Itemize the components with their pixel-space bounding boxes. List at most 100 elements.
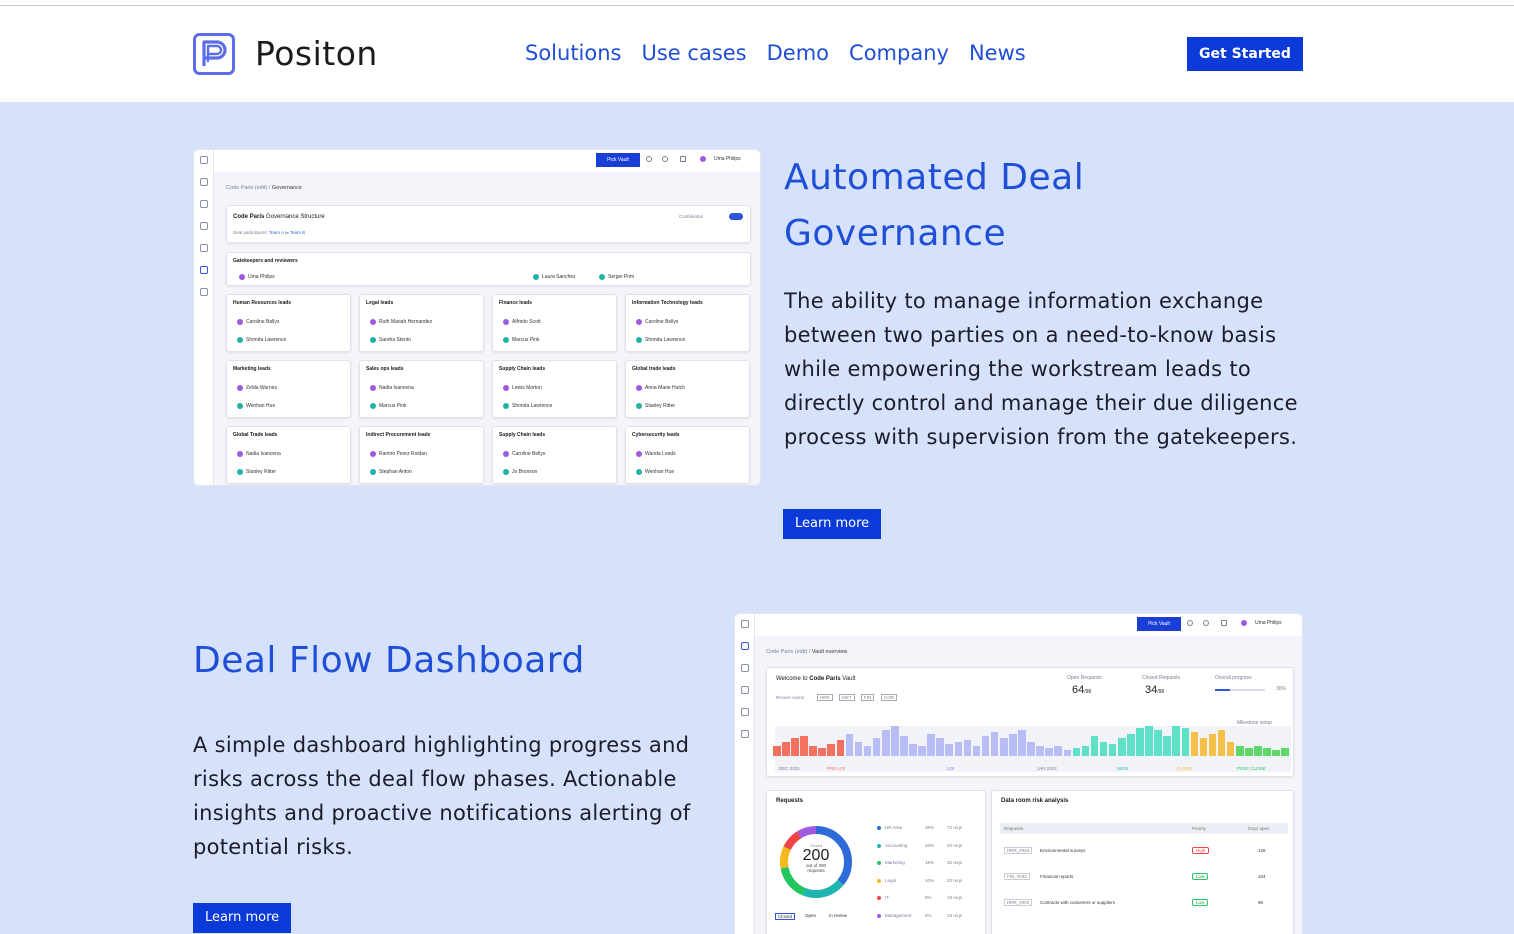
legend-reqs: 32 reqs bbox=[947, 860, 963, 865]
risk-id: FIN_#033 bbox=[1004, 873, 1030, 880]
nav-company[interactable]: Company bbox=[849, 41, 949, 65]
timeline-bar bbox=[854, 742, 863, 756]
timeline-bar bbox=[1009, 734, 1017, 756]
open-requests-value: 64/98 bbox=[1072, 684, 1092, 696]
timeline-bar bbox=[800, 736, 808, 756]
nav-news[interactable]: News bbox=[969, 41, 1026, 65]
lead-group-card: Marketing leads Zelda Warnes Wenhan Hue bbox=[226, 360, 351, 418]
lead-group-title: Human Resources leads bbox=[233, 300, 292, 306]
timeline-bar bbox=[1045, 748, 1053, 756]
risk-name: Financial reports bbox=[1040, 874, 1074, 879]
timeline-bar bbox=[1245, 748, 1253, 756]
legend-swatch bbox=[877, 913, 881, 918]
lead-person: Stephan Anton bbox=[370, 469, 412, 475]
timeline-bar bbox=[791, 738, 799, 756]
timeline-bar bbox=[972, 746, 981, 756]
lead-group-card: Finance leads Alfredo Scott Marcus Pink bbox=[492, 294, 617, 352]
timeline-bar bbox=[1163, 736, 1171, 756]
lead-person: Shonda Lawrence bbox=[237, 337, 286, 343]
lead-group-card: Supply Chain leads Caroline Bellys Jo Bron… bbox=[492, 426, 617, 484]
get-started-button[interactable]: Get Started bbox=[1187, 37, 1303, 71]
priority-badge: Low bbox=[1192, 873, 1209, 880]
legend-pct: 10% bbox=[925, 877, 935, 883]
timeline-bar bbox=[1090, 736, 1099, 756]
breadcrumb-project: Code Paris (edit) bbox=[766, 649, 808, 655]
bell-icon bbox=[1221, 620, 1227, 626]
risk-id: HRR_#023 bbox=[1004, 847, 1033, 854]
timeline-bar bbox=[999, 738, 1008, 756]
lead-group-title: Cybersecurity leads bbox=[632, 432, 680, 438]
lead-group-card: Sales ops leads Nadia Ivanovna Marcus Pink bbox=[359, 360, 484, 418]
requests-title: Requests bbox=[776, 798, 804, 804]
legend-reqs: 20 reqs bbox=[947, 877, 963, 883]
structure-card: Code Paris Governance Structure Deal par… bbox=[226, 205, 751, 243]
nav-solutions[interactable]: Solutions bbox=[525, 41, 622, 65]
pick-vault-button: Pick Vault bbox=[1137, 617, 1181, 631]
timeline-bar bbox=[1217, 730, 1226, 756]
open-requests-label: Open Requests bbox=[1067, 675, 1102, 681]
dashboard-icon bbox=[199, 178, 208, 186]
lead-person: Nadia Ivanovna bbox=[370, 385, 414, 391]
dashboard-learn-more-button[interactable]: Learn more bbox=[193, 903, 292, 933]
timeline-bar bbox=[918, 746, 926, 756]
phase-label: SIGN bbox=[1117, 766, 1129, 771]
timeline-bar bbox=[963, 740, 972, 756]
avatar bbox=[700, 156, 706, 162]
pick-vault-button: Pick Vault bbox=[596, 153, 640, 167]
timeline-bar bbox=[1199, 738, 1208, 756]
timeline-bar bbox=[1154, 730, 1162, 756]
lead-group-card: Indirect Procurement leads Ramiro Perez R… bbox=[359, 426, 484, 484]
dashboard-description: A simple dashboard highlighting progress… bbox=[193, 733, 691, 859]
lead-group-title: Finance leads bbox=[499, 300, 533, 306]
lead-person: Nadia Ivanovna bbox=[237, 451, 281, 457]
main-nav: Solutions Use cases Demo Company News bbox=[525, 41, 1026, 65]
lead-person: Lewis Morton bbox=[503, 385, 542, 391]
confidential-label: Confidential bbox=[679, 214, 703, 219]
timeline-bar bbox=[954, 742, 963, 756]
legend-name: Management bbox=[885, 912, 912, 918]
chart-icon bbox=[740, 730, 749, 738]
legend-swatch bbox=[877, 843, 881, 848]
request-timeline-bars bbox=[773, 700, 1289, 756]
timeline-bar bbox=[845, 734, 854, 756]
overall-progress-track bbox=[1215, 689, 1265, 691]
legend-name: IT bbox=[885, 895, 889, 900]
governance-screenshot: Pick Vault Uma Philips Code Paris (edit)… bbox=[193, 149, 761, 486]
breadcrumb: Code Paris (edit) / Vault overview bbox=[766, 649, 848, 655]
request-filter-tab: Closed bbox=[775, 913, 796, 920]
governance-learn-more-button[interactable]: Learn more bbox=[783, 509, 882, 539]
legend-pct: 16% bbox=[925, 860, 935, 865]
app-logo-icon bbox=[199, 156, 208, 164]
app-sidebar bbox=[735, 614, 755, 934]
timeline-bar bbox=[1054, 746, 1062, 756]
site-header: Positon Solutions Use cases Demo Company… bbox=[0, 6, 1514, 102]
dashboard-icon bbox=[740, 642, 749, 650]
legend-reqs: 72 reqs bbox=[947, 825, 963, 830]
legend-swatch bbox=[877, 878, 881, 883]
lead-person: Anna Marie Hutch bbox=[636, 385, 685, 391]
nav-demo[interactable]: Demo bbox=[767, 41, 829, 65]
lead-person: Caroline Ballys bbox=[237, 319, 279, 325]
request-filter-tab: Open bbox=[805, 913, 817, 918]
lead-person: Stanley Ritter bbox=[237, 469, 276, 475]
priority-badge: Low bbox=[1192, 899, 1209, 906]
bell-icon bbox=[680, 156, 686, 162]
risk-title: Data room risk analysis bbox=[1001, 798, 1069, 804]
lead-group-card: Cybersecurity leads Wanda Leeds Wenhan Hue bbox=[625, 426, 750, 484]
search-icon bbox=[646, 156, 652, 162]
positon-logo-icon[interactable] bbox=[193, 33, 235, 75]
docs-icon bbox=[199, 200, 208, 208]
legend-pct: 36% bbox=[925, 825, 935, 830]
legend-reqs: 18 reqs bbox=[947, 895, 963, 900]
brand-name[interactable]: Positon bbox=[255, 34, 378, 73]
timeline-bar bbox=[900, 736, 908, 756]
timeline-bar bbox=[1072, 748, 1081, 756]
lead-group-title: Sales ops leads bbox=[366, 366, 404, 372]
risk-days: 128 bbox=[1258, 848, 1266, 853]
user-name: Uma Philips bbox=[714, 156, 741, 162]
legend-pct: 20% bbox=[925, 842, 935, 848]
nav-use-cases[interactable]: Use cases bbox=[642, 41, 747, 65]
timeline-bar bbox=[927, 734, 935, 756]
timeline-bar bbox=[990, 732, 999, 756]
timeline-bar bbox=[1099, 742, 1108, 756]
